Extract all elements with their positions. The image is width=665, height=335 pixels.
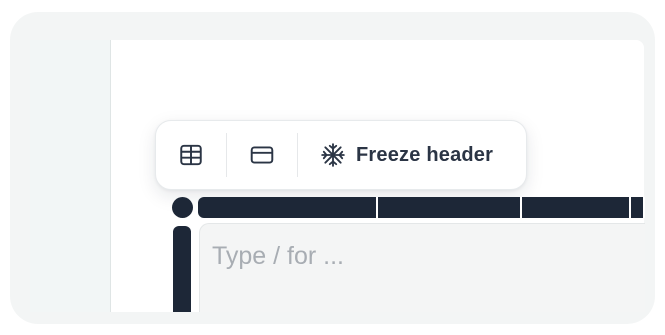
freeze-header-button[interactable]: Freeze header <box>298 120 507 190</box>
left-gutter <box>30 40 110 312</box>
table-select-handle[interactable] <box>172 197 193 218</box>
card-view-button[interactable] <box>227 120 297 190</box>
table-icon <box>180 144 202 166</box>
column-handle[interactable] <box>378 197 520 218</box>
card-icon <box>250 146 274 164</box>
table-floating-toolbar: Freeze header <box>155 120 527 190</box>
cell-placeholder: Type / for ... <box>212 242 344 270</box>
column-handle[interactable] <box>521 197 630 218</box>
table-cell[interactable]: Type / for ... <box>199 223 645 312</box>
column-handle[interactable] <box>631 197 643 218</box>
snowflake-icon <box>321 143 345 167</box>
column-divider <box>643 197 645 218</box>
row-handle[interactable] <box>173 226 191 312</box>
column-handles <box>198 197 645 218</box>
column-handle[interactable] <box>198 197 377 218</box>
freeze-header-label: Freeze header <box>356 143 494 166</box>
table-view-button[interactable] <box>156 120 226 190</box>
